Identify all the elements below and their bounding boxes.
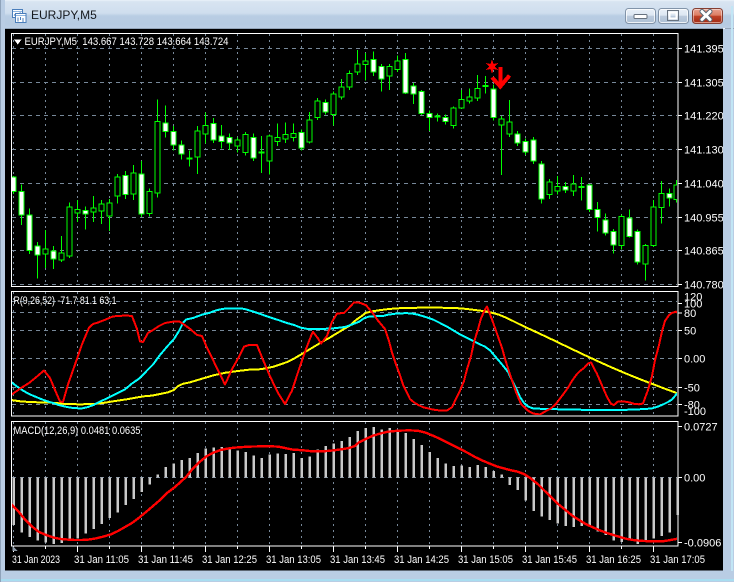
svg-text:-0.0906: -0.0906 (684, 538, 721, 550)
svg-text:31 Jan 16:25: 31 Jan 16:25 (586, 554, 641, 566)
svg-text:141.040: 141.040 (684, 179, 724, 191)
svg-text:31 Jan 13:05: 31 Jan 13:05 (266, 554, 321, 566)
svg-text:31 Jan 11:45: 31 Jan 11:45 (138, 554, 193, 566)
svg-text:31 Jan 15:05: 31 Jan 15:05 (458, 554, 513, 566)
svg-text:EURJPY,M5 143.667 143.728 143: EURJPY,M5 143.667 143.728 143.664 143.72… (25, 36, 229, 48)
svg-text:141.130: 141.130 (684, 145, 724, 157)
svg-text:140.955: 140.955 (684, 213, 724, 225)
svg-text:0.00: 0.00 (684, 354, 705, 366)
svg-text:141.305: 141.305 (684, 78, 724, 90)
svg-text:50: 50 (684, 326, 696, 338)
svg-text:141.395: 141.395 (684, 44, 724, 56)
svg-text:80: 80 (684, 308, 696, 320)
svg-text:R(9,26,52) -71.7 81.1 63.1: R(9,26,52) -71.7 81.1 63.1 (14, 295, 117, 307)
svg-text:140.865: 140.865 (684, 246, 724, 258)
svg-text:0.00: 0.00 (684, 473, 705, 485)
svg-text:141.220: 141.220 (684, 111, 724, 123)
svg-text:31 Jan 17:05: 31 Jan 17:05 (650, 554, 705, 566)
svg-text:-100: -100 (684, 406, 706, 418)
svg-text:140.780: 140.780 (684, 280, 724, 292)
svg-text:31 Jan 13:45: 31 Jan 13:45 (330, 554, 385, 566)
svg-text:31 Jan 11:05: 31 Jan 11:05 (74, 554, 129, 566)
svg-text:MACD(12,26,9) 0.0481 0.0635: MACD(12,26,9) 0.0481 0.0635 (14, 425, 141, 437)
svg-text:31 Jan 15:45: 31 Jan 15:45 (522, 554, 577, 566)
svg-text:-50: -50 (684, 383, 700, 395)
svg-text:31 Jan 12:25: 31 Jan 12:25 (202, 554, 257, 566)
svg-text:31 Jan 14:25: 31 Jan 14:25 (394, 554, 449, 566)
svg-text:31 Jan 2023: 31 Jan 2023 (12, 554, 60, 566)
svg-text:0.0727: 0.0727 (684, 422, 718, 434)
